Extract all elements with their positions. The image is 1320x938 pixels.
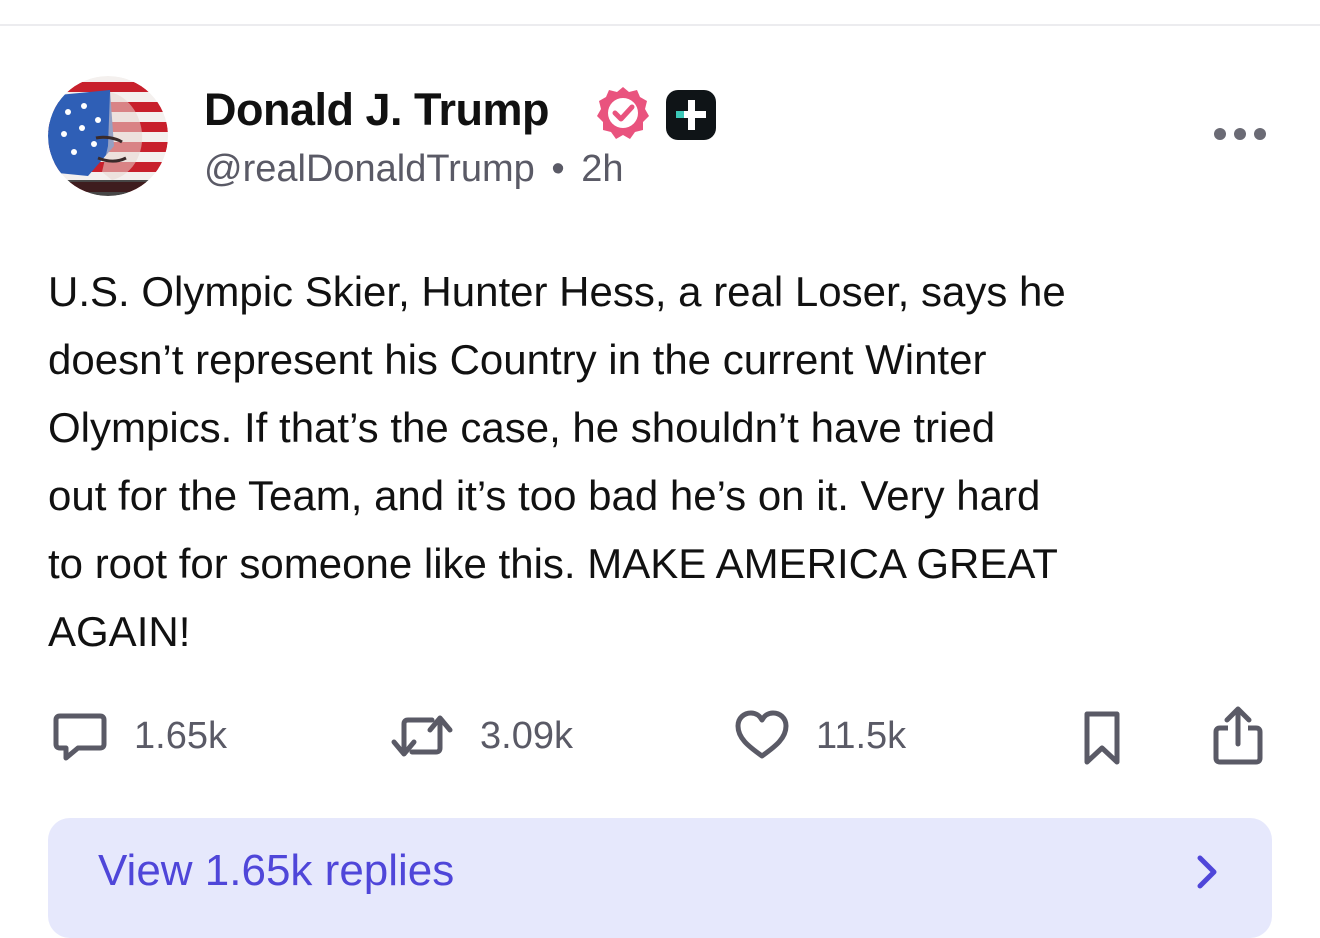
- more-horizontal-icon[interactable]: [1210, 122, 1270, 146]
- post-actions: 1.65k 3.09k 11.5k: [0, 706, 1320, 766]
- like-button[interactable]: 11.5k: [734, 706, 906, 766]
- share-icon[interactable]: [1212, 704, 1264, 766]
- verified-badge-icon: [597, 87, 649, 139]
- reply-count: 1.65k: [134, 714, 227, 757]
- post-text-line: out for the Team, and it’s too bad he’s …: [48, 472, 1041, 519]
- plus-badge-icon: [666, 90, 716, 140]
- repost-icon: [391, 715, 453, 757]
- avatar-image: [48, 76, 168, 196]
- meta-separator: •: [551, 148, 565, 190]
- author-display-name[interactable]: Donald J. Trump: [204, 84, 550, 136]
- post-text-line: AGAIN!: [48, 608, 191, 655]
- author-meta: @realDonaldTrump • 2h: [204, 148, 623, 191]
- repost-count: 3.09k: [480, 714, 573, 757]
- chevron-right-icon: [1197, 855, 1217, 889]
- post-text-line: doesn’t represent his Country in the cur…: [48, 336, 987, 383]
- heart-icon: [735, 710, 789, 759]
- post-timestamp: 2h: [581, 148, 624, 190]
- author-handle[interactable]: @realDonaldTrump: [204, 148, 535, 190]
- post-card[interactable]: Donald J. Trump @realDonaldTrump • 2h U.…: [0, 26, 1320, 938]
- reply-button[interactable]: 1.65k: [52, 706, 227, 766]
- view-replies-label: View 1.65k replies: [98, 846, 455, 895]
- comment-icon: [53, 713, 107, 761]
- post-text-line: to root for someone like this. MAKE AMER…: [48, 540, 1058, 587]
- view-replies-button[interactable]: View 1.65k replies: [48, 818, 1272, 938]
- bookmark-icon[interactable]: [1082, 710, 1122, 766]
- avatar[interactable]: [48, 76, 168, 196]
- like-count: 11.5k: [816, 714, 907, 757]
- repost-button[interactable]: 3.09k: [390, 706, 573, 766]
- post-text: U.S. Olympic Skier, Hunter Hess, a real …: [48, 258, 1278, 666]
- post-text-line: Olympics. If that’s the case, he shouldn…: [48, 404, 996, 451]
- post-text-line: U.S. Olympic Skier, Hunter Hess, a real …: [48, 268, 1066, 315]
